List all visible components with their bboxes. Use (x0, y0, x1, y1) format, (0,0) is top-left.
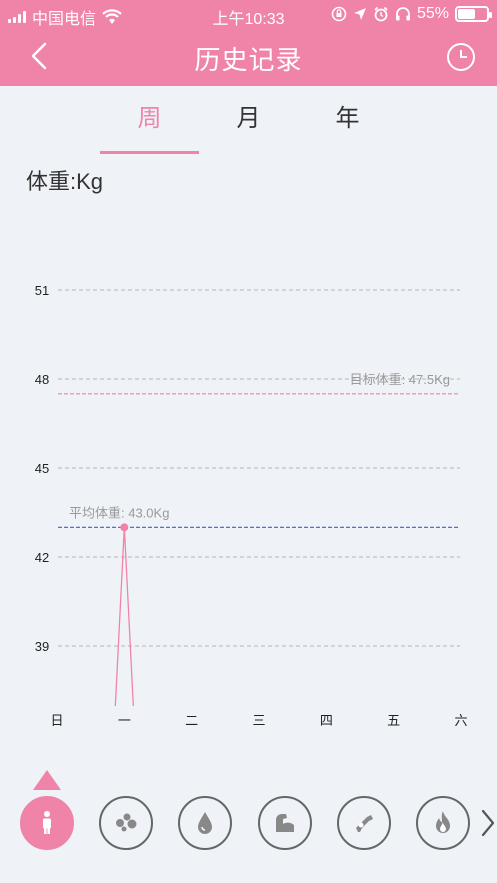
x-tick-label: 一 (118, 713, 131, 728)
clock-icon[interactable] (447, 43, 475, 71)
metric-fat-button[interactable] (99, 796, 153, 850)
page-title: 历史记录 (194, 45, 303, 75)
x-tick-label: 五 (387, 713, 400, 728)
metric-calorie-button[interactable] (416, 796, 470, 850)
flame-icon (436, 811, 450, 833)
battery-icon (455, 6, 492, 22)
y-tick-label: 39 (35, 639, 49, 654)
unit-label: 体重:Kg (26, 169, 104, 194)
metric-selector (0, 796, 497, 852)
battery-percent: 55% (416, 5, 449, 22)
person-icon (43, 811, 51, 834)
x-tick-label: 二 (185, 713, 198, 728)
status-right: 55% (331, 5, 492, 23)
y-tick-label: 45 (35, 461, 49, 476)
x-tick-label: 四 (320, 713, 333, 728)
weight-chart: 51 48 45 42 39 目标体重: 47.5Kg 平均体重: 43.0Kg 日 一 二 三 四 五… (35, 283, 468, 728)
period-tabs: 周 月 年 (100, 86, 397, 154)
rotation-lock-icon (331, 6, 347, 22)
y-tick-label: 51 (35, 283, 49, 298)
battery-fill (458, 9, 475, 19)
data-line (114, 527, 134, 707)
top-bar: 中国电信 上午10:33 55% 历史记录 (0, 0, 497, 86)
metric-muscle-button[interactable] (258, 796, 312, 850)
data-point (120, 523, 129, 532)
metric-weight-button[interactable] (20, 796, 74, 850)
x-tick-label: 六 (454, 713, 467, 728)
water-drop-icon (198, 812, 212, 834)
tab-month[interactable]: 月 (199, 86, 298, 154)
chevron-right-icon[interactable] (480, 808, 496, 838)
nav-bar: 历史记录 (0, 28, 497, 86)
status-bar: 中国电信 上午10:33 55% (0, 0, 497, 28)
metric-water-button[interactable] (178, 796, 232, 850)
x-tick-label: 三 (252, 713, 265, 728)
y-tick-label: 42 (35, 550, 49, 565)
bone-icon (356, 815, 373, 832)
tab-year[interactable]: 年 (298, 86, 397, 154)
metric-bone-button[interactable] (337, 796, 391, 850)
x-tick-label: 日 (50, 713, 63, 728)
tab-week[interactable]: 周 (100, 86, 199, 154)
muscle-arm-icon (276, 814, 294, 832)
alarm-icon (374, 6, 388, 22)
headphones-icon (395, 7, 410, 21)
dots-icon (116, 813, 137, 832)
location-icon (353, 8, 366, 20)
selected-indicator (33, 770, 61, 790)
y-tick-label: 48 (35, 372, 49, 387)
target-label: 目标体重: 47.5Kg (350, 372, 450, 387)
average-label: 平均体重: 43.0Kg (69, 505, 169, 520)
